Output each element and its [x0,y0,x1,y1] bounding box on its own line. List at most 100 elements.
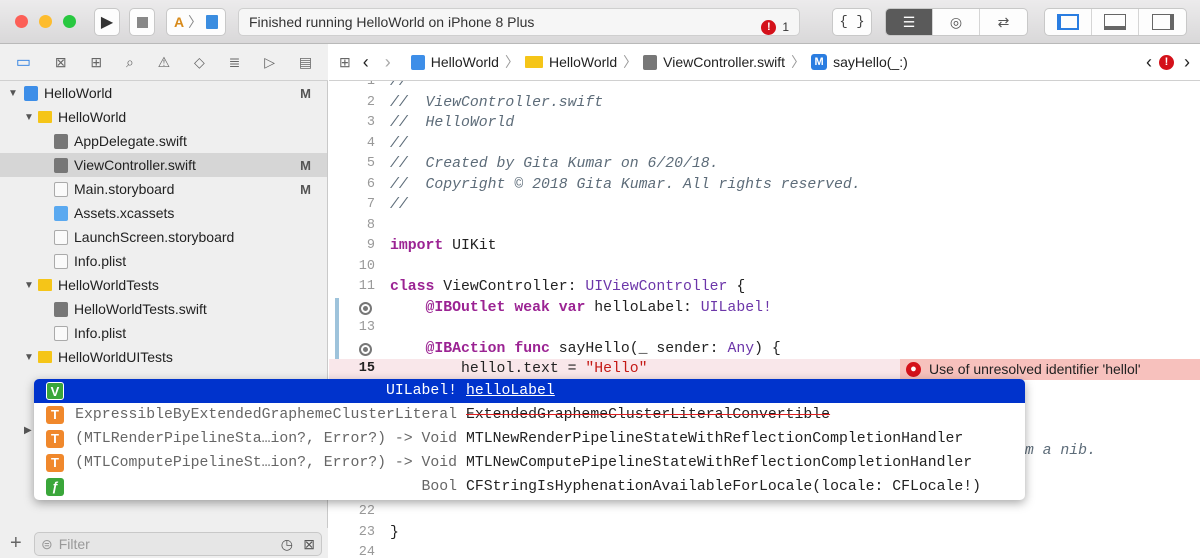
debug-icon[interactable]: ≣ [229,54,241,71]
tree-item-tests-swift[interactable]: HelloWorldTests.swift [0,297,327,321]
disclosure-open-icon[interactable]: ▼ [24,280,34,291]
asset-catalog-icon [54,205,68,221]
symbol-navigator-icon[interactable]: ⊞ [90,54,102,71]
completion-item[interactable]: ƒ Bool CFStringIsHyphenationAvailableForLo… [34,475,1025,499]
folder-icon [38,351,52,363]
filter-input[interactable]: ⊜ Filter ◷ ⊠ [34,532,322,556]
toggle-navigator-button[interactable] [1045,9,1092,35]
breadcrumb-method[interactable]: MsayHello(_:) [811,54,908,70]
line-number: 8 [366,217,375,233]
error-badge[interactable]: ! 1 [761,14,789,40]
line-number: 5 [366,156,375,171]
previous-issue-icon[interactable]: ‹ [1146,52,1152,73]
code-line: } [390,524,399,541]
type-badge-icon: T [46,406,64,424]
outlet-connection-icon[interactable] [359,301,372,315]
item-label: ViewController.swift [74,157,196,173]
crumb-label: HelloWorld [430,54,499,70]
completion-name: MTLNewComputePipelineStateWithReflection… [466,455,973,471]
item-label: Assets.xcassets [74,205,175,221]
tree-item-uitests-group[interactable]: ▼ HelloWorldUITests [0,345,327,369]
completion-item[interactable]: T ExpressibleByExtendedGraphemeClusterLit… [34,403,1025,427]
error-annotation[interactable]: ● Use of unresolved identifier 'hellol' [900,359,1200,380]
filter-placeholder: Filter [58,536,90,552]
tree-item-helloworld-project[interactable]: ▼ HelloWorld M [0,81,327,105]
chevron-right-icon: 〉 [623,54,638,70]
crumb-label: ViewController.swift [663,54,786,70]
chevron-right-icon: 〉 [504,54,519,70]
completion-name: helloLabel [466,383,555,399]
completion-name: ExtendedGraphemeClusterLiteralConvertibl… [466,407,831,423]
method-icon: M [811,54,828,70]
assistant-editor-button[interactable]: ◎ [933,9,980,35]
rings-icon: ◎ [949,13,963,30]
disclosure-open-icon[interactable]: ▼ [8,88,18,99]
issue-warning-icon[interactable]: ⚠ [158,54,171,71]
line-number: 23 [358,524,375,540]
scm-filter-icon[interactable]: ⊠ [303,536,315,553]
folder-icon [524,56,543,68]
forward-icon[interactable]: › [385,52,391,73]
completion-type: (MTLRenderPipelineSta…ion?, Error?) -> V… [75,431,457,447]
action-connection-icon[interactable] [359,342,372,356]
scheme-selector[interactable]: A 〉 [166,8,226,36]
back-icon[interactable]: ‹ [363,52,369,73]
search-icon[interactable]: ⌕ [126,54,134,71]
code-line: @IBAction func sayHello(_ sender: Any) { [390,339,781,360]
completion-type: ExpressibleByExtendedGraphemeClusterLite… [75,407,457,423]
next-issue-icon[interactable]: › [1184,52,1190,73]
zoom-window-button[interactable] [63,15,76,28]
tree-item-info-plist[interactable]: Info.plist [0,249,327,273]
tree-item-launchscreen[interactable]: LaunchScreen.storyboard [0,225,327,249]
code-line: // Copyright © 2018 Gita Kumar. All righ… [390,176,861,193]
tree-item-main-storyboard[interactable]: Main.storyboard M [0,177,327,201]
version-editor-button[interactable]: ⇄ [980,9,1027,35]
tree-item-assets[interactable]: Assets.xcassets [0,201,327,225]
report-icon[interactable]: ▤ [299,54,312,71]
breadcrumb-group[interactable]: HelloWorld [524,54,617,70]
disclosure-closed-icon[interactable]: ▶ [24,425,34,436]
code-line: class ViewController: UIViewController { [390,277,745,298]
disclosure-open-icon[interactable]: ▼ [24,352,34,363]
disclosure-open-icon[interactable]: ▼ [24,112,34,123]
issue-error-icon[interactable]: ! [1159,54,1174,70]
run-button[interactable]: ▶ [94,8,120,36]
recent-clock-icon[interactable]: ◷ [281,536,293,553]
completion-item[interactable]: T (MTLRenderPipelineSta…ion?, Error?) -> … [34,427,1025,451]
breadcrumb-project[interactable]: HelloWorld [410,54,499,70]
chevron-right-icon: 〉 [791,54,806,70]
line-number: 2 [366,94,375,110]
completion-item[interactable]: V UILabel! helloLabel [34,379,1025,403]
breakpoint-tag-icon[interactable]: ▷ [264,54,275,71]
standard-editor-button[interactable]: ☰ [886,9,933,35]
type: Any [727,340,755,357]
error-count: 1 [782,20,789,34]
source-control-icon[interactable]: ⊠ [55,54,67,71]
close-window-button[interactable] [15,15,28,28]
chevron-right-icon: 〉 [188,14,203,30]
library-button[interactable]: { } [832,8,872,36]
completion-item[interactable]: T (MTLComputePipelineSt…ion?, Error?) -> … [34,451,1025,475]
add-icon[interactable]: + [10,532,22,555]
tree-item-tests-group[interactable]: ▼ HelloWorldTests [0,273,327,297]
identifier: hellol.text = [390,361,586,377]
tree-item-appdelegate[interactable]: AppDelegate.swift [0,129,327,153]
type-badge-icon: T [46,430,64,448]
left-panel-icon [1057,14,1079,30]
toggle-debug-area-button[interactable] [1092,9,1139,35]
tree-item-tests-plist[interactable]: Info.plist [0,321,327,345]
item-label: Main.storyboard [74,181,175,197]
breadcrumb-file[interactable]: ViewController.swift [643,54,785,70]
tree-item-viewcontroller[interactable]: ViewController.swift M [0,153,327,177]
item-label: HelloWorldUITests [58,349,173,365]
stop-icon [136,16,148,28]
stop-button[interactable] [129,8,155,36]
folder-navigator-icon[interactable]: ▭ [16,52,31,72]
type: UILabel! [700,299,772,316]
minimize-window-button[interactable] [39,15,52,28]
test-diamond-icon[interactable]: ◇ [194,54,205,71]
storyboard-file-icon [54,229,68,245]
tree-item-helloworld-group[interactable]: ▼ HelloWorld [0,105,327,129]
toggle-inspector-button[interactable] [1139,9,1186,35]
related-items-icon[interactable]: ⊞ [339,54,351,71]
